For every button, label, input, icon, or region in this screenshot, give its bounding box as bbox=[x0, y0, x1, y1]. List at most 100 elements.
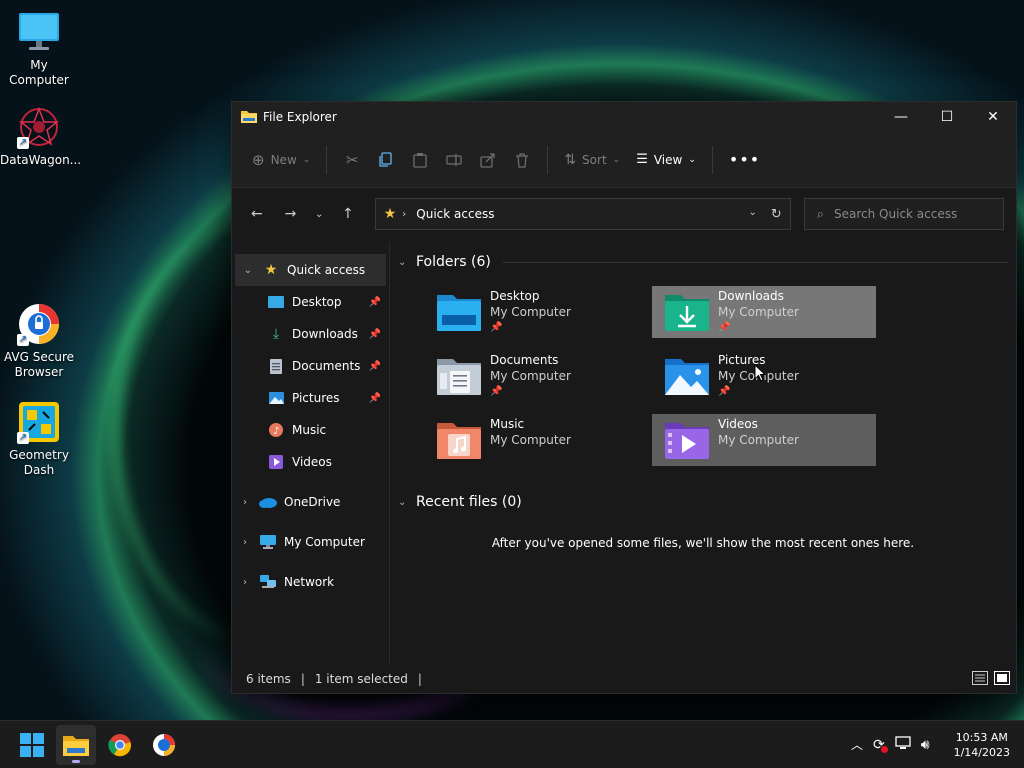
cut-button[interactable]: ✂ bbox=[335, 144, 369, 176]
sidebar-item-documents[interactable]: Documents 📌 bbox=[232, 350, 389, 382]
view-list-icon: ☰ bbox=[636, 152, 648, 167]
taskbar-avg-browser[interactable] bbox=[144, 725, 184, 765]
volume-icon[interactable]: 🔊︎ bbox=[921, 737, 930, 753]
shortcut-arrow-icon: ↗ bbox=[17, 334, 29, 346]
svg-text:♪: ♪ bbox=[273, 426, 279, 437]
pictures-icon bbox=[266, 390, 286, 406]
pin-icon: 📌 bbox=[490, 386, 503, 397]
folder-tile-videos[interactable]: Videos My Computer bbox=[652, 414, 876, 466]
taskbar-file-explorer[interactable] bbox=[56, 724, 96, 765]
pin-icon: 📌 bbox=[718, 386, 731, 397]
monitor-icon bbox=[258, 534, 278, 550]
chevron-down-icon: ⌄ bbox=[315, 208, 324, 220]
delete-button[interactable] bbox=[505, 144, 539, 176]
address-bar[interactable]: ★ › Quick access ⌄ ↻ bbox=[374, 198, 791, 230]
sidebar-item-network[interactable]: › Network bbox=[232, 566, 389, 598]
chevron-right-icon[interactable]: › bbox=[232, 577, 258, 588]
geometry-dash-icon: ↗ bbox=[17, 400, 61, 444]
sidebar-item-downloads[interactable]: ⤓ Downloads 📌 bbox=[232, 318, 389, 350]
search-box[interactable]: ⌕ bbox=[803, 198, 1004, 230]
folder-tile-music[interactable]: Music My Computer bbox=[424, 414, 648, 466]
system-tray: ︿ ⟳ 🔊︎ 10:53 AM 1/14/2023 bbox=[851, 730, 1024, 760]
view-button[interactable]: ☰ View ⌄ bbox=[628, 144, 704, 176]
search-input[interactable] bbox=[834, 207, 985, 221]
maximize-button[interactable]: ☐ bbox=[924, 102, 970, 132]
chrome-icon bbox=[108, 733, 132, 756]
divider: | bbox=[300, 672, 305, 686]
pin-icon[interactable]: 📌 bbox=[369, 297, 381, 308]
folder-tile-documents[interactable]: Documents My Computer 📌 bbox=[424, 350, 648, 402]
paste-button[interactable] bbox=[403, 144, 437, 176]
start-button[interactable] bbox=[12, 725, 52, 765]
pictures-folder-icon bbox=[665, 359, 709, 395]
videos-folder-icon bbox=[665, 423, 709, 459]
navigation-pane: ⌄ ★ Quick access Desktop 📌 ⤓ Downloads 📌… bbox=[232, 242, 390, 665]
title-bar[interactable]: File Explorer — ☐ ✕ bbox=[232, 102, 1016, 132]
chevron-right-icon[interactable]: › bbox=[232, 497, 258, 508]
rename-button[interactable] bbox=[437, 144, 471, 176]
forward-button[interactable]: → bbox=[274, 198, 308, 230]
share-button[interactable] bbox=[471, 144, 505, 176]
breadcrumb[interactable]: Quick access bbox=[416, 207, 494, 221]
pin-icon[interactable]: 📌 bbox=[369, 361, 381, 372]
more-dots-icon: ••• bbox=[728, 150, 761, 169]
video-icon bbox=[266, 454, 286, 470]
pin-icon[interactable]: 📌 bbox=[369, 393, 381, 404]
address-dropdown-icon[interactable]: ⌄ bbox=[748, 207, 756, 222]
divider bbox=[711, 145, 713, 174]
new-button[interactable]: ⊕ New ⌄ bbox=[244, 144, 318, 176]
sidebar-item-videos[interactable]: Videos bbox=[232, 446, 389, 478]
copy-button[interactable] bbox=[369, 144, 403, 176]
sidebar-item-music[interactable]: ♪ Music bbox=[232, 414, 389, 446]
up-button[interactable]: ↑ bbox=[331, 198, 365, 230]
windows-logo-icon bbox=[20, 732, 44, 757]
pin-icon: 📌 bbox=[718, 322, 731, 333]
recent-section-header[interactable]: ⌄ Recent files (0) bbox=[398, 490, 1008, 514]
back-button[interactable]: ← bbox=[240, 198, 274, 230]
chevron-down-icon[interactable]: ⌄ bbox=[235, 265, 261, 276]
desktop-icon-avg-browser[interactable]: ↗ AVG Secure Browser bbox=[0, 302, 78, 380]
desktop-icon-datawagon[interactable]: ↗ DataWagon... bbox=[0, 105, 81, 168]
chevron-down-icon[interactable]: ⌄ bbox=[398, 497, 412, 508]
sidebar-item-quick-access[interactable]: ⌄ ★ Quick access bbox=[235, 254, 386, 286]
network-icon bbox=[258, 574, 278, 590]
clock[interactable]: 10:53 AM 1/14/2023 bbox=[954, 730, 1010, 760]
more-options-button[interactable]: ••• bbox=[721, 144, 768, 176]
chevron-down-icon: ⌄ bbox=[612, 154, 621, 165]
taskbar-chrome[interactable] bbox=[100, 725, 140, 765]
chevron-right-icon: › bbox=[402, 208, 407, 220]
refresh-icon[interactable]: ↻ bbox=[771, 207, 782, 222]
shortcut-arrow-icon: ↗ bbox=[17, 137, 29, 149]
tiles-view-icon[interactable] bbox=[994, 670, 1010, 688]
recent-locations-button[interactable]: ⌄ bbox=[307, 198, 331, 230]
sync-alert-icon[interactable]: ⟳ bbox=[873, 737, 888, 753]
content-pane: ⌄ Folders (6) Desktop My Computer 📌 Down… bbox=[390, 242, 1016, 665]
star-icon: ★ bbox=[383, 206, 397, 222]
folder-tile-desktop[interactable]: Desktop My Computer 📌 bbox=[424, 286, 648, 338]
sidebar-item-onedrive[interactable]: › OneDrive bbox=[232, 486, 389, 518]
sort-button[interactable]: ⇅ Sort ⌄ bbox=[556, 144, 628, 176]
folder-icon bbox=[63, 735, 89, 756]
folder-tile-downloads[interactable]: Downloads My Computer 📌 bbox=[652, 286, 876, 338]
close-button[interactable]: ✕ bbox=[970, 102, 1016, 132]
sidebar-item-my-computer[interactable]: › My Computer bbox=[232, 526, 389, 558]
folders-section-header[interactable]: ⌄ Folders (6) bbox=[398, 250, 1008, 274]
desktop-icon-geometry-dash[interactable]: ↗ Geometry Dash bbox=[0, 400, 78, 478]
downloads-folder-icon bbox=[665, 295, 709, 331]
desktop-icon-my-computer[interactable]: My Computer bbox=[0, 10, 78, 88]
item-count: 6 items bbox=[246, 672, 291, 686]
sidebar-item-pictures[interactable]: Pictures 📌 bbox=[232, 382, 389, 414]
chevron-down-icon[interactable]: ⌄ bbox=[398, 257, 412, 268]
file-explorer-window: File Explorer — ☐ ✕ ⊕ New ⌄ ✂ ⇅ Sort ⌄ ☰… bbox=[231, 101, 1017, 694]
search-icon: ⌕ bbox=[816, 206, 825, 222]
copy-icon bbox=[379, 151, 392, 167]
details-view-icon[interactable] bbox=[972, 670, 988, 688]
taskbar: ︿ ⟳ 🔊︎ 10:53 AM 1/14/2023 bbox=[0, 720, 1024, 768]
network-status-icon[interactable] bbox=[895, 736, 911, 753]
pin-icon: 📌 bbox=[490, 322, 503, 333]
pin-icon[interactable]: 📌 bbox=[369, 329, 381, 340]
minimize-button[interactable]: — bbox=[878, 102, 924, 132]
sidebar-item-desktop[interactable]: Desktop 📌 bbox=[232, 286, 389, 318]
chevron-right-icon[interactable]: › bbox=[232, 537, 258, 548]
chevron-up-icon[interactable]: ︿ bbox=[851, 736, 863, 753]
